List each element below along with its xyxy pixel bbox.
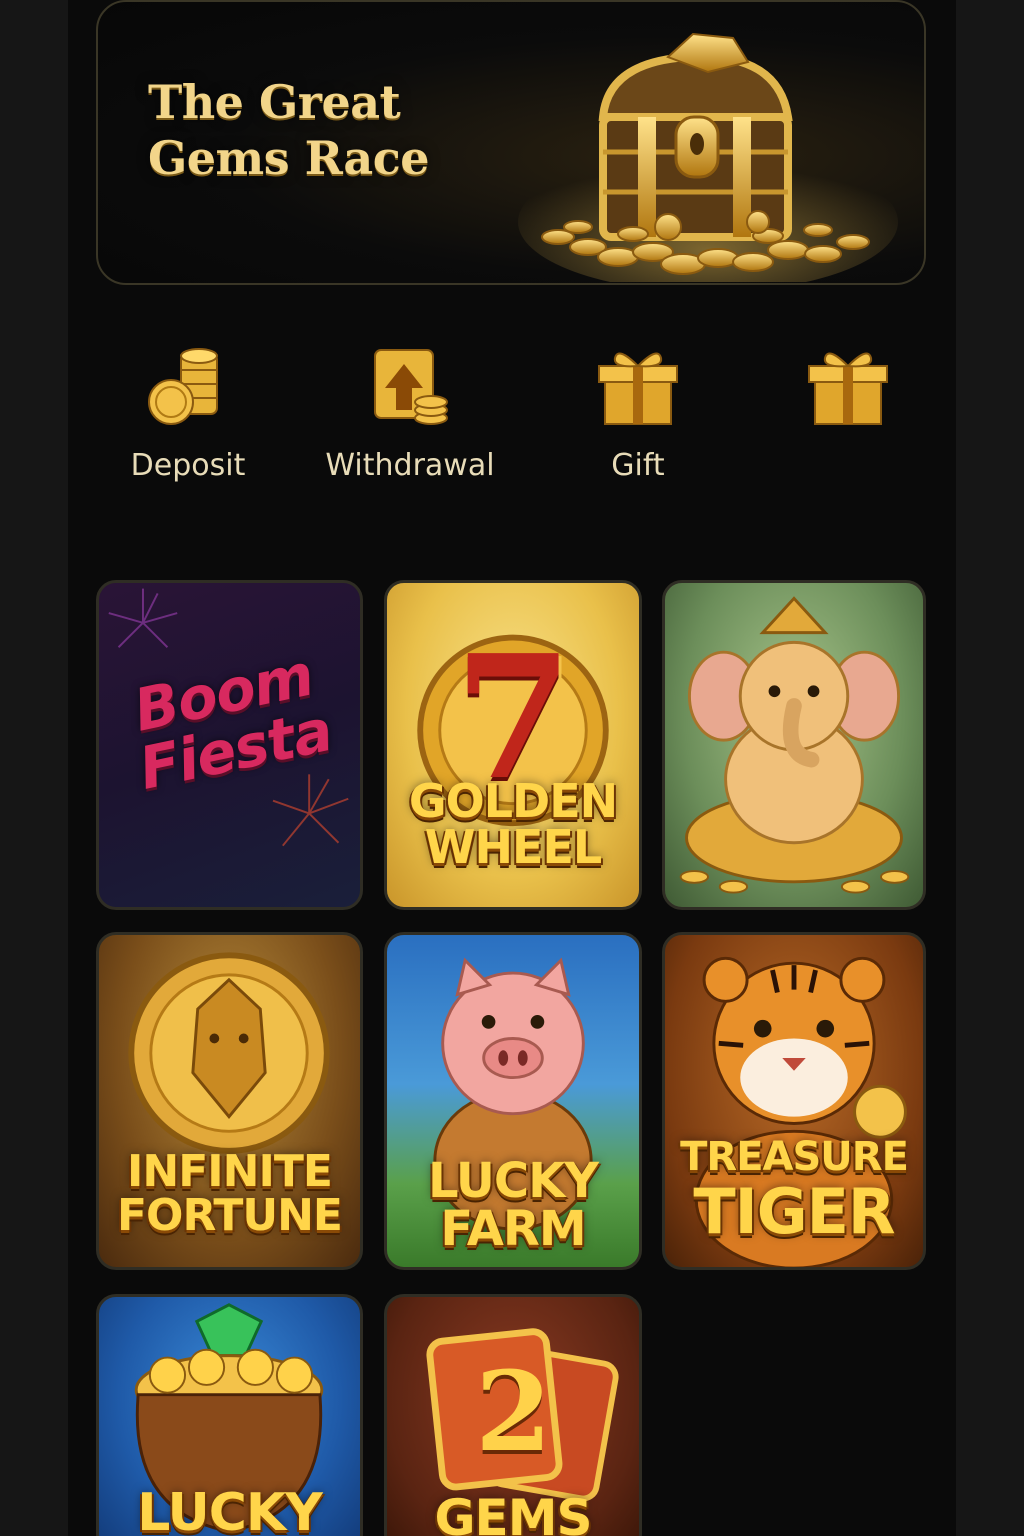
quick-actions: Deposit Withdrawal Gift — [68, 330, 956, 500]
withdraw-arrow-icon — [374, 349, 448, 425]
banner-title: The Great Gems Race — [148, 74, 478, 186]
game-title-line1: GOLDEN — [408, 774, 618, 828]
app-container: The Great Gems Race Deposit Withdrawal G… — [68, 0, 956, 1536]
game-tile-treasure-tiger[interactable]: TREASURE TIGER — [662, 932, 926, 1270]
game-title-line2: FARM — [440, 1201, 586, 1257]
game-tile-lucky-farm[interactable]: LUCKY FARM — [384, 932, 642, 1270]
gift-button-2[interactable] — [758, 330, 938, 500]
deposit-label: Deposit — [130, 448, 246, 483]
game-title-line1: TREASURE — [680, 1134, 909, 1180]
game-title-line2: TIGER — [693, 1175, 895, 1248]
right-gutter — [956, 0, 1024, 1536]
game-tile-golden-wheel[interactable]: 7 GOLDEN WHEEL — [384, 580, 642, 910]
coins-stack-icon — [148, 348, 218, 425]
treasure-chest-icon — [518, 32, 898, 282]
game-title-line1: INFINITE — [127, 1146, 333, 1197]
game-title-line2: FORTUNE — [117, 1190, 343, 1241]
game-tile-infinite-fortune[interactable]: INFINITE FORTUNE — [96, 932, 363, 1270]
game-title-line2: WHEEL — [424, 820, 602, 874]
ganesha-art — [679, 596, 910, 894]
left-gutter — [0, 0, 68, 1536]
deposit-button[interactable]: Deposit — [98, 330, 278, 500]
gift-icon — [808, 352, 888, 425]
gift-icon — [598, 352, 678, 425]
withdrawal-button[interactable]: Withdrawal — [320, 330, 500, 500]
banner-title-line2: Gems Race — [148, 131, 430, 185]
gift-label: Gift — [611, 448, 665, 483]
card-number-badge: 2 — [475, 1347, 552, 1476]
banner-title-line1: The Great — [148, 75, 401, 129]
game-tile-gems[interactable]: 2 GEMS — [384, 1294, 642, 1536]
gift-button[interactable]: Gift — [548, 330, 728, 500]
game-title-line1: LUCKY — [427, 1153, 599, 1209]
game-title-line1: LUCKY — [137, 1483, 323, 1536]
game-title-line1: GEMS — [434, 1489, 593, 1536]
game-tile-boom-fiesta[interactable]: Boom Fiesta — [96, 580, 363, 910]
game-tile-lucky[interactable]: LUCKY — [96, 1294, 363, 1536]
withdrawal-label: Withdrawal — [325, 448, 495, 483]
promo-banner[interactable]: The Great Gems Race — [96, 0, 926, 285]
game-tile-ganesha[interactable] — [662, 580, 926, 910]
